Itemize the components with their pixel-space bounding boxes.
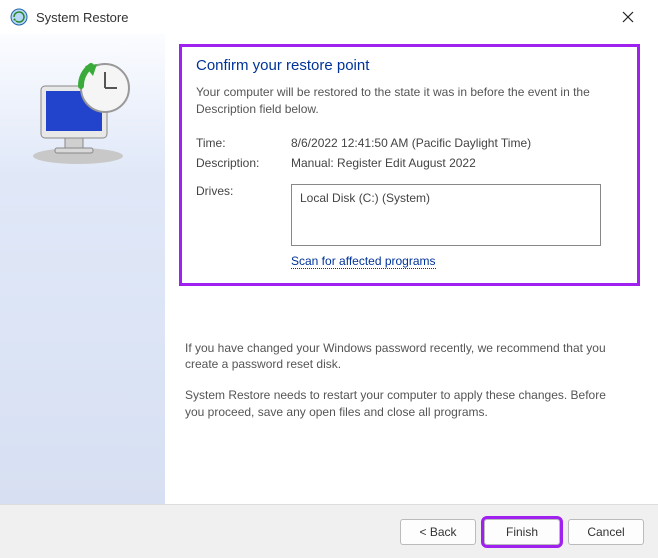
description-value: Manual: Register Edit August 2022 — [291, 156, 476, 170]
body: Confirm your restore point Your computer… — [0, 34, 658, 504]
notes: If you have changed your Windows passwor… — [179, 340, 640, 421]
drives-label: Drives: — [196, 184, 291, 246]
drive-item: Local Disk (C:) (System) — [300, 191, 592, 205]
cancel-button[interactable]: Cancel — [568, 519, 644, 545]
titlebar: System Restore — [0, 0, 658, 34]
footer: < Back Finish Cancel — [0, 504, 658, 558]
time-value: 8/6/2022 12:41:50 AM (Pacific Daylight T… — [291, 136, 531, 150]
system-restore-icon — [10, 8, 28, 26]
right-pane: Confirm your restore point Your computer… — [165, 34, 658, 504]
left-pane — [0, 34, 165, 504]
time-row: Time: 8/6/2022 12:41:50 AM (Pacific Dayl… — [196, 136, 623, 150]
time-label: Time: — [196, 136, 291, 150]
scan-affected-programs-link[interactable]: Scan for affected programs — [291, 254, 436, 269]
confirm-highlight-box: Confirm your restore point Your computer… — [179, 44, 640, 286]
titlebar-left: System Restore — [10, 8, 128, 26]
description-text: Your computer will be restored to the st… — [196, 84, 623, 118]
restart-note: System Restore needs to restart your com… — [185, 387, 622, 421]
title-text: System Restore — [36, 10, 128, 25]
description-row: Description: Manual: Register Edit Augus… — [196, 156, 623, 170]
close-button[interactable] — [608, 3, 648, 31]
drives-row: Drives: Local Disk (C:) (System) — [196, 184, 623, 246]
page-heading: Confirm your restore point — [196, 57, 623, 74]
password-note: If you have changed your Windows passwor… — [185, 340, 622, 374]
back-button[interactable]: < Back — [400, 519, 476, 545]
restore-illustration-icon — [23, 58, 143, 168]
finish-button[interactable]: Finish — [484, 519, 560, 545]
description-label: Description: — [196, 156, 291, 170]
drives-listbox[interactable]: Local Disk (C:) (System) — [291, 184, 601, 246]
